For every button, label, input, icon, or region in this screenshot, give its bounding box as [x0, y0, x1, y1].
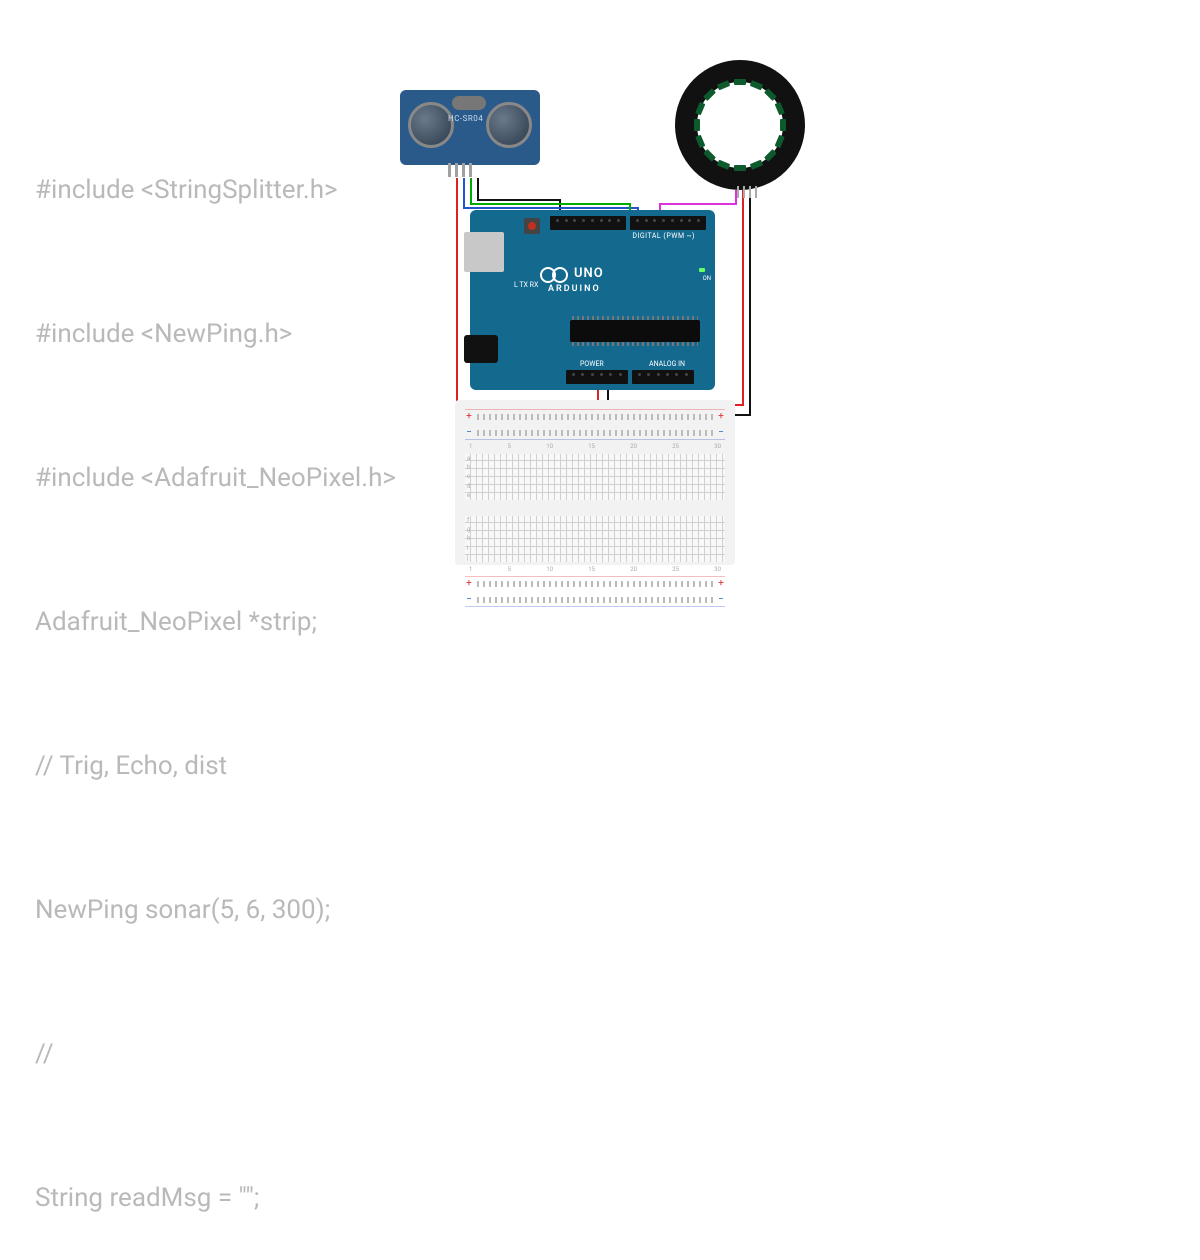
code-line: #include <NewPing.h>	[35, 310, 396, 358]
plus-icon: +	[465, 411, 473, 422]
barrel-jack-icon	[464, 335, 498, 363]
arduino-wordmark: ARDUINO	[548, 284, 601, 294]
arduino-logo-icon	[540, 267, 568, 281]
minus-icon: −	[465, 427, 473, 438]
terminal-strip-bottom[interactable]: fghij	[465, 516, 725, 562]
neopixel-led-icon	[717, 160, 730, 170]
power-rail-bottom-positive[interactable]: + +	[465, 576, 725, 590]
board-model-label: UNO	[574, 266, 604, 281]
digital-header-left[interactable]	[550, 216, 626, 230]
code-line: #include <Adafruit_NeoPixel.h>	[35, 454, 396, 502]
power-rail-top-positive[interactable]: + +	[465, 409, 725, 423]
minus-icon: −	[465, 594, 473, 605]
code-line: NewPing sonar(5, 6, 300);	[35, 886, 396, 934]
tx-rx-leds-label: L TX RX	[514, 280, 538, 291]
ring-leads	[737, 186, 757, 198]
neopixel-led-icon	[703, 149, 716, 162]
analog-header[interactable]	[632, 370, 694, 384]
power-rail-bottom-negative[interactable]: − −	[465, 593, 725, 607]
circuit-diagram: HC-SR04 DIGITAL (PWM ~) UNO ARDUINO L TX…	[390, 60, 1150, 620]
neopixel-led-icon	[695, 135, 705, 148]
breadboard[interactable]: + + − − 151015202530 abcde fghij 1510152…	[455, 400, 735, 565]
column-numbers: 151015202530	[465, 443, 725, 450]
column-numbers: 151015202530	[465, 566, 725, 573]
digital-pins-label: DIGITAL (PWM ~)	[632, 232, 695, 240]
reset-button[interactable]	[524, 218, 540, 234]
plus-icon: +	[465, 578, 473, 589]
code-line: #include <StringSplitter.h>	[35, 166, 396, 214]
code-line: Adafruit_NeoPixel *strip;	[35, 598, 396, 646]
code-line: //	[35, 1030, 396, 1078]
power-led-label: ON	[703, 275, 711, 282]
neopixel-led-icon	[764, 88, 777, 101]
neopixel-led-icon	[764, 149, 777, 162]
atmega-chip-icon	[570, 320, 700, 342]
ultrasonic-sensor[interactable]: HC-SR04	[400, 90, 540, 165]
terminal-strip-top[interactable]: abcde	[465, 454, 725, 500]
minus-icon: −	[717, 427, 725, 438]
neopixel-led-icon	[780, 119, 786, 131]
power-header[interactable]	[566, 370, 628, 384]
plus-icon: +	[717, 411, 725, 422]
arduino-uno-board[interactable]: DIGITAL (PWM ~) UNO ARDUINO L TX RX POWE…	[470, 210, 715, 390]
neopixel-led-icon	[750, 160, 763, 170]
digital-header-right[interactable]	[630, 216, 706, 230]
crystal-icon	[452, 96, 486, 110]
code-line: // Trig, Echo, dist	[35, 742, 396, 790]
neopixel-ring[interactable]	[675, 60, 805, 190]
neopixel-led-icon	[695, 102, 705, 115]
usb-port-icon	[464, 232, 504, 272]
power-section-label: POWER	[580, 360, 604, 368]
sonar-transducer-icon	[408, 102, 454, 148]
minus-icon: −	[717, 594, 725, 605]
neopixel-led-icon	[703, 88, 716, 101]
neopixel-led-icon	[750, 80, 763, 90]
neopixel-led-icon	[717, 80, 730, 90]
source-code-overlay: #include <StringSplitter.h> #include <Ne…	[35, 70, 396, 1260]
power-rail-top-negative[interactable]: − −	[465, 426, 725, 440]
neopixel-led-icon	[734, 79, 746, 85]
code-line: String readMsg = "";	[35, 1174, 396, 1222]
power-led-icon	[699, 268, 705, 272]
sonar-model-label: HC-SR04	[448, 114, 483, 123]
sonar-transducer-icon	[486, 102, 532, 148]
neopixel-led-icon	[694, 119, 700, 131]
analog-section-label: ANALOG IN	[649, 360, 685, 368]
neopixel-led-icon	[775, 135, 785, 148]
neopixel-led-icon	[734, 165, 746, 171]
sonar-pin-header	[448, 163, 472, 177]
plus-icon: +	[717, 578, 725, 589]
neopixel-led-icon	[775, 102, 785, 115]
